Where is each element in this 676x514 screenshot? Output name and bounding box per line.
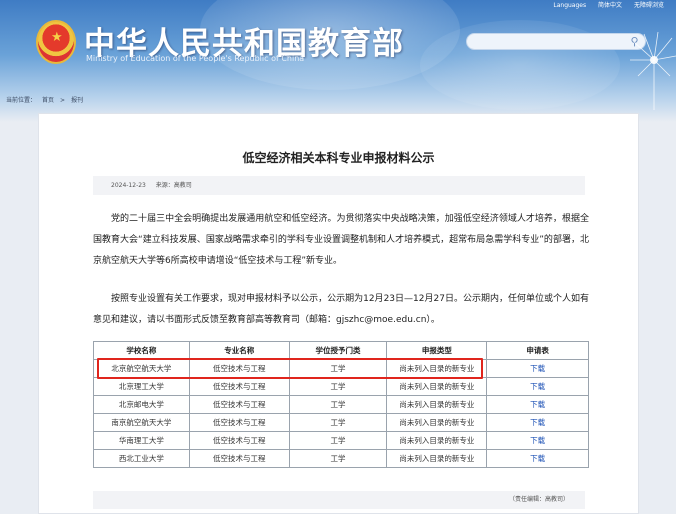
degree-cell: 工学 — [288, 431, 388, 450]
accessibility-link[interactable]: 无障碍浏览 — [634, 2, 664, 9]
type-cell: 尚未列入目录的新专业 — [386, 413, 488, 432]
languages-link[interactable]: Languages — [553, 2, 586, 9]
column-header-form: 申请表 — [486, 341, 589, 360]
breadcrumb: 当前位置： 首页 > 报刊 — [6, 95, 89, 104]
school-cell: 北京邮电大学 — [93, 395, 190, 414]
table-row: 北京邮电大学 低空技术与工程 工学 尚未列入目录的新专业 下载 — [93, 395, 589, 414]
breadcrumb-label: 当前位置： — [6, 97, 37, 104]
article-date: 2024-12-23 — [111, 182, 146, 189]
responsible-editor: （责任编辑：高教司） — [508, 496, 569, 503]
article-source: 来源：高教司 — [155, 182, 192, 189]
degree-cell: 工学 — [288, 395, 388, 414]
column-header-major: 专业名称 — [188, 341, 290, 360]
article-paragraph: 按照专业设置有关工作要求，现对申报材料予以公示，公示期为12月23日—12月27… — [93, 294, 589, 325]
column-header-type: 申报类型 — [386, 341, 488, 360]
breadcrumb-separator: > — [60, 97, 66, 104]
download-link[interactable]: 下载 — [486, 431, 589, 450]
download-link[interactable]: 下载 — [486, 395, 589, 414]
download-link[interactable]: 下载 — [486, 377, 589, 396]
school-cell: 华南理工大学 — [93, 431, 190, 450]
breadcrumb-section[interactable]: 报刊 — [71, 97, 83, 104]
table-row: 北京理工大学 低空技术与工程 工学 尚未列入目录的新专业 下载 — [93, 377, 589, 396]
article-paragraph: 党的二十届三中全会明确提出发展通用航空和低空经济。为贯彻落实中央战略决策，加强低… — [93, 214, 589, 266]
table-row: 南京航空航天大学 低空技术与工程 工学 尚未列入目录的新专业 下载 — [93, 413, 589, 432]
dandelion-icon — [630, 31, 676, 110]
school-cell: 西北工业大学 — [93, 449, 190, 468]
degree-cell: 工学 — [288, 413, 388, 432]
top-links: Languages 简体中文 无障碍浏览 — [543, 0, 664, 9]
major-cell: 低空技术与工程 — [188, 377, 290, 396]
major-cell: 低空技术与工程 — [188, 395, 290, 414]
download-link[interactable]: 下载 — [486, 359, 589, 378]
national-emblem-icon[interactable]: ★ — [36, 20, 76, 64]
simplified-chinese-link[interactable]: 简体中文 — [598, 2, 622, 9]
type-cell: 尚未列入目录的新专业 — [386, 431, 488, 450]
type-cell: 尚未列入目录的新专业 — [386, 449, 488, 468]
school-cell: 南京航空航天大学 — [93, 413, 190, 432]
article-meta: 2024-12-23 来源：高教司 — [93, 176, 585, 195]
degree-cell: 工学 — [288, 377, 388, 396]
school-cell: 北京理工大学 — [93, 377, 190, 396]
type-cell: 尚未列入目录的新专业 — [386, 395, 488, 414]
breadcrumb-home[interactable]: 首页 — [42, 97, 54, 104]
column-header-school: 学校名称 — [93, 341, 190, 360]
table-header-row: 学校名称 专业名称 学位授予门类 申报类型 申请表 — [93, 341, 589, 360]
download-link[interactable]: 下载 — [486, 413, 589, 432]
major-cell: 低空技术与工程 — [188, 413, 290, 432]
highlight-box — [97, 358, 483, 379]
article-card: 低空经济相关本科专业申报材料公示 2024-12-23 来源：高教司 党的二十届… — [38, 113, 639, 514]
degree-cell: 工学 — [288, 449, 388, 468]
major-cell: 低空技术与工程 — [188, 449, 290, 468]
table-row: 华南理工大学 低空技术与工程 工学 尚未列入目录的新专业 下载 — [93, 431, 589, 450]
column-header-degree: 学位授予门类 — [288, 341, 388, 360]
site-header: ★ 中华人民共和国教育部 Ministry of Education of th… — [0, 0, 676, 122]
major-cell: 低空技术与工程 — [188, 431, 290, 450]
type-cell: 尚未列入目录的新专业 — [386, 377, 488, 396]
article-title: 低空经济相关本科专业申报材料公示 — [242, 151, 435, 165]
table-row: 西北工业大学 低空技术与工程 工学 尚未列入目录的新专业 下载 — [93, 449, 589, 468]
search-input[interactable]: ⚲ — [466, 33, 646, 50]
download-link[interactable]: 下载 — [486, 449, 589, 468]
site-subtitle: Ministry of Education of the People's Re… — [86, 54, 305, 63]
editor-bar: （责任编辑：高教司） — [93, 491, 585, 509]
